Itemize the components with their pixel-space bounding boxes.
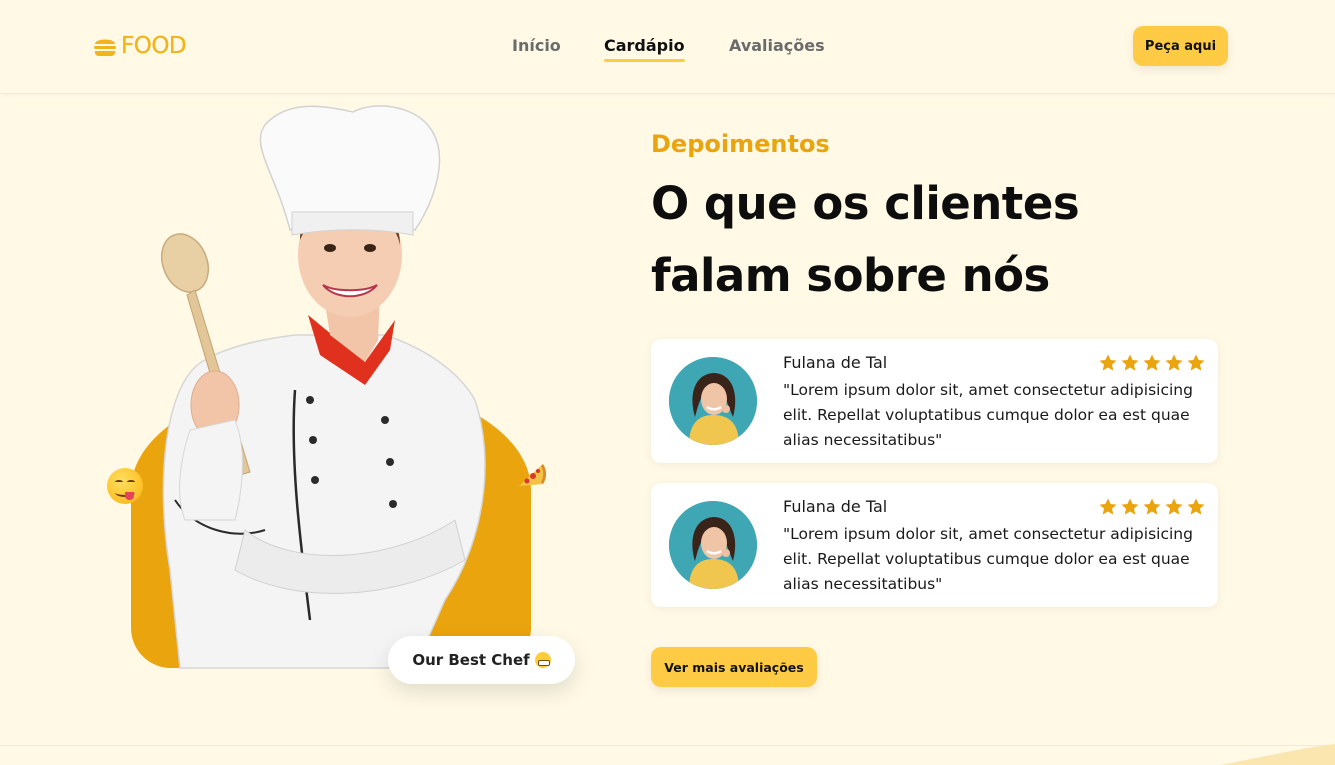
reviewer-photo bbox=[669, 357, 757, 445]
star-icon bbox=[1099, 498, 1117, 515]
best-chef-badge: Our Best Chef bbox=[388, 636, 575, 684]
reviewer-photo bbox=[669, 501, 757, 589]
star-icon bbox=[1165, 498, 1183, 515]
star-icon bbox=[1165, 354, 1183, 371]
nav-item-inicio[interactable]: Início bbox=[512, 36, 561, 55]
star-icon bbox=[1121, 498, 1139, 515]
rating-stars bbox=[1098, 353, 1208, 373]
section-title-line-2: falam sobre nós bbox=[651, 249, 1050, 302]
review-text: "Lorem ipsum dolor sit, amet consectetur… bbox=[783, 525, 1193, 593]
section-divider bbox=[0, 745, 1335, 746]
section-title: O que os clientes falam sobre nós bbox=[651, 168, 1211, 312]
avatar bbox=[669, 501, 757, 589]
best-chef-label: Our Best Chef bbox=[412, 651, 530, 669]
reviewer-name: Fulana de Tal bbox=[783, 497, 888, 516]
yum-face-emoji-icon bbox=[107, 468, 143, 504]
avatar bbox=[669, 357, 757, 445]
star-icon bbox=[1143, 498, 1161, 515]
star-icon bbox=[1143, 354, 1161, 371]
star-icon bbox=[1187, 354, 1205, 371]
star-icon bbox=[1187, 498, 1205, 515]
star-icon bbox=[1121, 354, 1139, 371]
grin-face-emoji-icon bbox=[534, 652, 551, 668]
star-icon bbox=[1099, 354, 1117, 371]
rating-stars bbox=[1098, 497, 1208, 517]
site-header: FOOD Início Cardápio Avaliações Peça aqu… bbox=[0, 0, 1335, 94]
order-button[interactable]: Peça aqui bbox=[1133, 26, 1228, 66]
nav-item-cardapio[interactable]: Cardápio bbox=[604, 36, 685, 62]
decorative-corner-shape bbox=[1220, 744, 1335, 765]
chef-showcase: Our Best Chef bbox=[95, 100, 595, 720]
pizza-slice-icon bbox=[519, 464, 546, 486]
reviewer-name: Fulana de Tal bbox=[783, 353, 888, 372]
review-card: Fulana de Tal "Lorem ipsum dolor sit, am… bbox=[651, 483, 1218, 607]
nav-item-avaliacoes[interactable]: Avaliações bbox=[729, 36, 825, 55]
more-reviews-button[interactable]: Ver mais avaliações bbox=[651, 647, 817, 687]
section-title-line-1: O que os clientes bbox=[651, 177, 1080, 230]
review-card: Fulana de Tal "Lorem ipsum dolor sit, am… bbox=[651, 339, 1218, 463]
chef-illustration bbox=[160, 105, 486, 669]
review-text: "Lorem ipsum dolor sit, amet consectetur… bbox=[783, 381, 1193, 449]
section-kicker: Depoimentos bbox=[651, 130, 830, 158]
